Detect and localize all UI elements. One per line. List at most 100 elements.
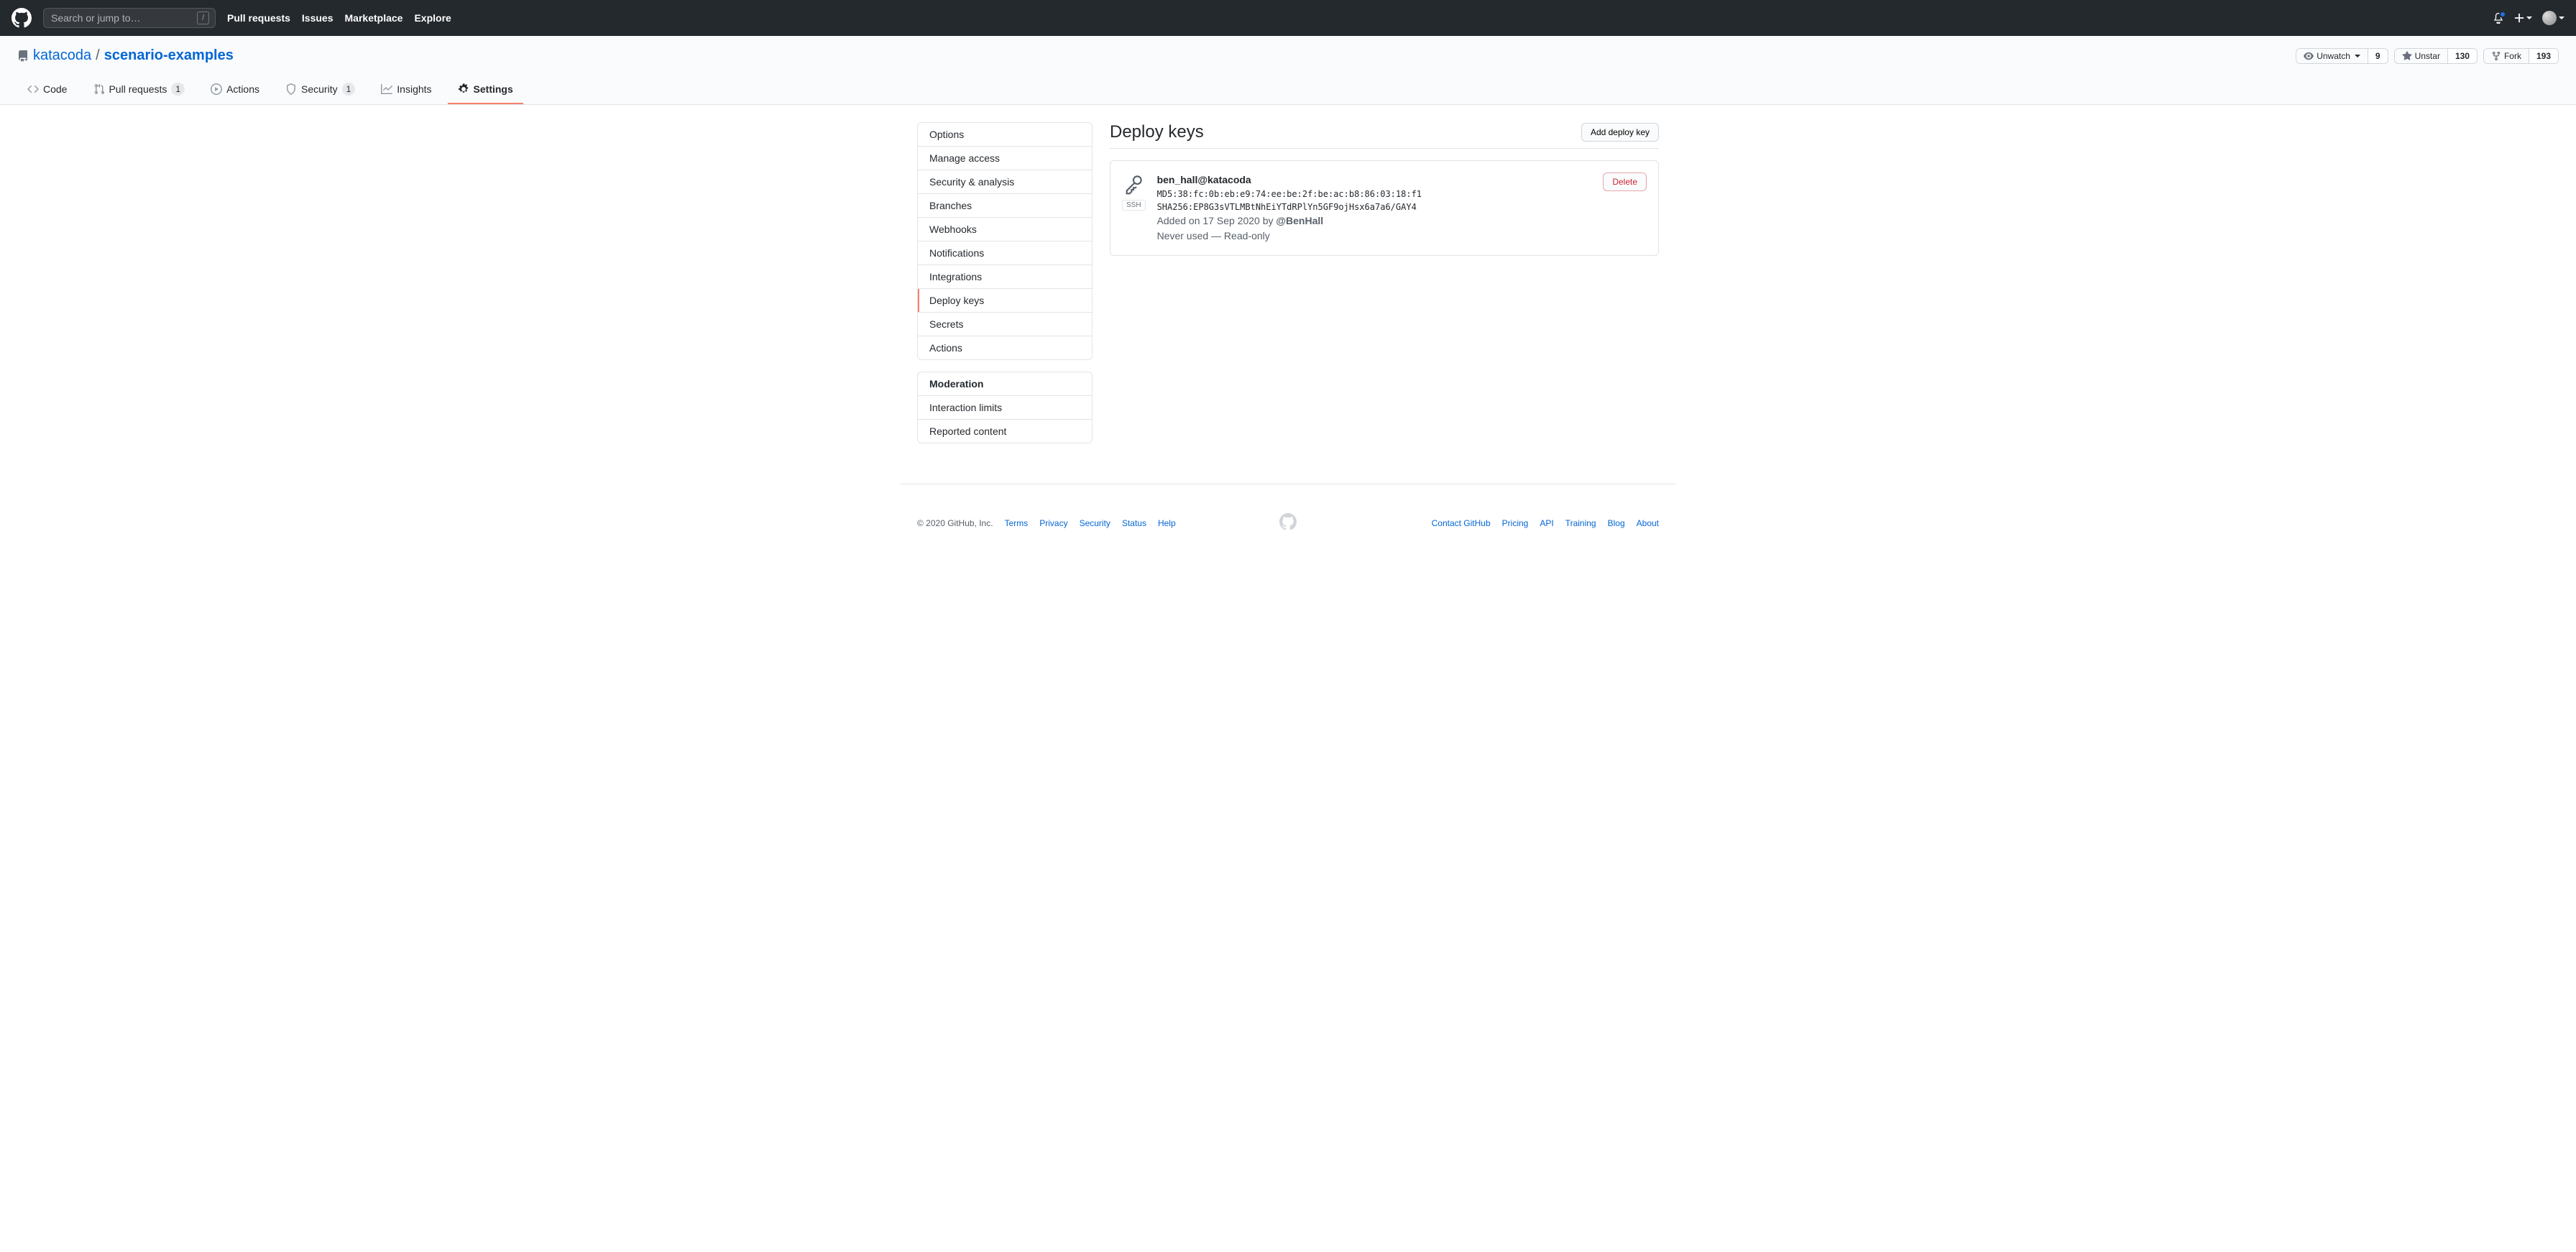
notifications-icon[interactable] (2493, 12, 2504, 24)
footer-link-blog[interactable]: Blog (1608, 518, 1625, 528)
add-deploy-key-button[interactable]: Add deploy key (1581, 123, 1659, 142)
tab-insights[interactable]: Insights (371, 75, 441, 104)
settings-menu-main: Options Manage access Security & analysi… (917, 122, 1092, 360)
footer-link-privacy[interactable]: Privacy (1039, 518, 1067, 528)
repo-icon (17, 50, 29, 62)
tab-security[interactable]: Security 1 (275, 75, 365, 104)
star-button-group: Unstar 130 (2394, 48, 2478, 64)
sidebar-item-manage-access[interactable]: Manage access (918, 147, 1092, 170)
settings-sidebar: Options Manage access Security & analysi… (917, 122, 1092, 455)
tab-pull-requests[interactable]: Pull requests 1 (83, 75, 195, 104)
delete-key-button[interactable]: Delete (1603, 172, 1647, 191)
footer-copyright: © 2020 GitHub, Inc. (917, 518, 993, 528)
nav-issues[interactable]: Issues (302, 12, 334, 24)
page-title: Deploy keys (1110, 122, 1204, 142)
tab-code[interactable]: Code (17, 75, 77, 104)
play-icon (211, 83, 222, 95)
fork-button-group: Fork 193 (2483, 48, 2559, 64)
code-icon (27, 83, 39, 95)
star-label: Unstar (2415, 51, 2440, 61)
footer-link-training[interactable]: Training (1565, 518, 1596, 528)
sidebar-item-security-analysis[interactable]: Security & analysis (918, 170, 1092, 194)
footer-github-logo[interactable] (1279, 513, 1297, 533)
sidebar-item-notifications[interactable]: Notifications (918, 241, 1092, 265)
key-info: ben_hall@katacoda MD5:38:fc:0b:eb:e9:74:… (1157, 172, 1592, 244)
footer-link-pricing[interactable]: Pricing (1502, 518, 1529, 528)
gear-icon (458, 83, 469, 95)
repo-link[interactable]: scenario-examples (104, 47, 234, 64)
user-menu[interactable] (2542, 11, 2564, 25)
forks-count[interactable]: 193 (2529, 49, 2558, 63)
create-new-menu[interactable] (2514, 13, 2532, 23)
sidebar-item-options[interactable]: Options (918, 123, 1092, 147)
caret-down-icon (2355, 55, 2360, 57)
key-title: ben_hall@katacoda (1157, 172, 1592, 188)
key-icon (1122, 172, 1145, 195)
shield-icon (285, 83, 297, 95)
sidebar-item-deploy-keys[interactable]: Deploy keys (918, 289, 1092, 313)
footer-link-about[interactable]: About (1637, 518, 1659, 528)
header-right (2493, 11, 2564, 25)
footer-link-help[interactable]: Help (1158, 518, 1176, 528)
search-hotkey-hint: / (197, 11, 209, 24)
fork-label: Fork (2504, 51, 2521, 61)
footer-link-security[interactable]: Security (1080, 518, 1110, 528)
footer-link-contact[interactable]: Contact GitHub (1432, 518, 1491, 528)
settings-container: Options Manage access Security & analysi… (900, 122, 1676, 455)
footer-link-status[interactable]: Status (1122, 518, 1146, 528)
sidebar-item-secrets[interactable]: Secrets (918, 313, 1092, 336)
github-logo[interactable] (12, 8, 32, 28)
watch-button-group: Unwatch 9 (2296, 48, 2388, 64)
key-icon-column: SSH (1122, 172, 1146, 211)
sidebar-item-actions[interactable]: Actions (918, 336, 1092, 359)
tab-settings[interactable]: Settings (448, 75, 523, 104)
watch-label: Unwatch (2317, 51, 2350, 61)
fork-button[interactable]: Fork (2484, 49, 2529, 63)
site-footer: © 2020 GitHub, Inc. Terms Privacy Securi… (900, 484, 1676, 533)
footer-link-api[interactable]: API (1540, 518, 1553, 528)
nav-explore[interactable]: Explore (414, 12, 451, 24)
key-added-by-link[interactable]: @BenHall (1276, 215, 1323, 226)
repo-tabs: Code Pull requests 1 Actions Security 1 … (0, 75, 2576, 104)
unwatch-button[interactable]: Unwatch (2296, 49, 2368, 63)
stargazers-count[interactable]: 130 (2447, 49, 2477, 63)
key-actions: Delete (1603, 172, 1647, 191)
tab-code-label: Code (43, 83, 67, 95)
sidebar-item-webhooks[interactable]: Webhooks (918, 218, 1092, 241)
deploy-key-item: SSH ben_hall@katacoda MD5:38:fc:0b:eb:e9… (1110, 160, 1659, 256)
key-md5-fingerprint: MD5:38:fc:0b:eb:e9:74:ee:be:2f:be:ac:b8:… (1157, 188, 1592, 201)
ssh-badge: SSH (1122, 200, 1146, 211)
tab-actions[interactable]: Actions (201, 75, 270, 104)
sidebar-item-branches[interactable]: Branches (918, 194, 1092, 218)
global-search[interactable]: / (43, 8, 216, 28)
settings-content: Deploy keys Add deploy key SSH ben_hall@… (1110, 122, 1659, 256)
graph-icon (381, 83, 392, 95)
sidebar-item-integrations[interactable]: Integrations (918, 265, 1092, 289)
sidebar-item-interaction-limits[interactable]: Interaction limits (918, 396, 1092, 420)
owner-link[interactable]: katacoda (33, 47, 91, 64)
key-usage-status: Never used — Read-only (1157, 229, 1592, 244)
tab-actions-label: Actions (226, 83, 259, 95)
pull-request-icon (93, 83, 104, 95)
nav-marketplace[interactable]: Marketplace (345, 12, 403, 24)
fork-icon (2491, 51, 2501, 61)
footer-left: © 2020 GitHub, Inc. Terms Privacy Securi… (917, 518, 1268, 528)
sidebar-item-reported-content[interactable]: Reported content (918, 420, 1092, 443)
footer-link-terms[interactable]: Terms (1005, 518, 1029, 528)
search-input[interactable] (50, 11, 197, 24)
footer-right: Contact GitHub Pricing API Training Blog… (1308, 518, 1659, 528)
settings-menu-moderation: Moderation Interaction limits Reported c… (917, 372, 1092, 443)
tab-settings-label: Settings (474, 83, 513, 95)
star-icon (2402, 51, 2412, 61)
unstar-button[interactable]: Unstar (2395, 49, 2447, 63)
key-added-prefix: Added on 17 Sep 2020 by (1157, 215, 1276, 226)
repo-header: katacoda / scenario-examples Unwatch 9 U… (0, 36, 2576, 105)
repo-breadcrumb: katacoda / scenario-examples (17, 47, 234, 64)
tab-security-label: Security (301, 83, 338, 95)
watchers-count[interactable]: 9 (2368, 49, 2388, 63)
key-added-meta: Added on 17 Sep 2020 by @BenHall (1157, 213, 1592, 229)
sidebar-heading-moderation: Moderation (918, 372, 1092, 396)
eye-icon (2304, 51, 2314, 61)
tab-insights-label: Insights (397, 83, 431, 95)
nav-pull-requests[interactable]: Pull requests (227, 12, 290, 24)
